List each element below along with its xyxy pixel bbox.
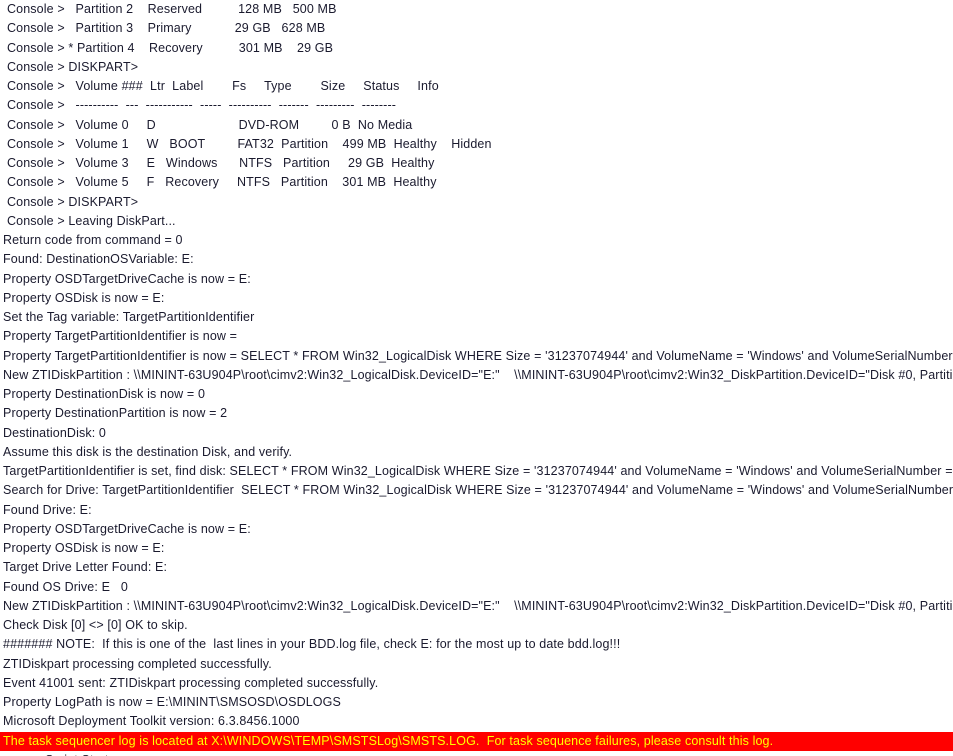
log-line: Console > Volume 0 D DVD-ROM 0 B No Medi… bbox=[7, 117, 413, 132]
log-line: Console > * Partition 4 Recovery 301 MB … bbox=[7, 40, 334, 55]
log-line: Console > DISKPART> bbox=[7, 59, 139, 74]
log-line: ZTIDiskpart processing completed success… bbox=[3, 656, 272, 671]
log-line: Property OSDTargetDriveCache is now = E: bbox=[3, 271, 251, 286]
log-line: Property OSDTargetDriveCache is now = E: bbox=[3, 521, 251, 536]
log-line: Console > Partition 3 Primary 29 GB 628 … bbox=[7, 21, 326, 36]
log-line: Console > Partition 2 Reserved 128 MB 50… bbox=[7, 2, 337, 16]
log-line: Check Disk [0] <> [0] OK to skip. bbox=[3, 618, 188, 632]
log-line: Property TargetPartitionIdentifier is no… bbox=[3, 348, 953, 363]
log-line: TargetPartitionIdentifier is set, find d… bbox=[3, 464, 953, 478]
log-line: Property TargetPartitionIdentifier is no… bbox=[3, 329, 238, 344]
log-line: DestinationDisk: 0 bbox=[3, 425, 106, 440]
log-line: Console > Volume ### Ltr Label Fs Type S… bbox=[7, 79, 439, 93]
log-line: Console > Volume 3 E Windows NTFS Partit… bbox=[7, 156, 435, 170]
log-line: Property OSDisk is now = E: bbox=[3, 541, 165, 555]
log-line: Console > DISKPART> bbox=[7, 194, 139, 209]
log-line: Return code from command = 0 bbox=[3, 233, 183, 247]
log-line-highlighted: The task sequencer log is located at X:\… bbox=[0, 731, 953, 751]
log-line: --------- Script Start --------- bbox=[0, 751, 953, 756]
log-line: ####### NOTE: If this is one of the last… bbox=[3, 637, 621, 652]
log-line: Property LogPath is now = E:\MININT\SMSO… bbox=[3, 695, 341, 709]
log-output-view[interactable]: Console > Partition 2 Reserved 128 MB 50… bbox=[0, 0, 953, 756]
log-line: Found: DestinationOSVariable: E: bbox=[3, 252, 194, 267]
log-line: Console > Leaving DiskPart... bbox=[7, 213, 176, 228]
log-line: Found OS Drive: E 0 bbox=[3, 579, 128, 594]
log-line: Console > Volume 5 F Recovery NTFS Parti… bbox=[7, 175, 437, 190]
log-line: Event 41001 sent: ZTIDiskpart processing… bbox=[3, 675, 379, 690]
log-line: Console > ---------- --- ----------- ---… bbox=[7, 98, 397, 113]
log-line: New ZTIDiskPartition : \\MININT-63U904P\… bbox=[3, 598, 953, 613]
log-line: Console > Volume 1 W BOOT FAT32 Partitio… bbox=[7, 136, 492, 151]
log-line: Set the Tag variable: TargetPartitionIde… bbox=[3, 310, 255, 324]
log-line: Assume this disk is the destination Disk… bbox=[3, 444, 293, 459]
log-line: New ZTIDiskPartition : \\MININT-63U904P\… bbox=[3, 367, 953, 382]
log-line: Search for Drive: TargetPartitionIdentif… bbox=[3, 483, 953, 498]
log-line: Microsoft Deployment Toolkit version: 6.… bbox=[3, 714, 300, 729]
log-line: Property DestinationDisk is now = 0 bbox=[3, 387, 206, 401]
log-line: Property OSDisk is now = E: bbox=[3, 290, 165, 305]
log-line: Property DestinationPartition is now = 2 bbox=[3, 406, 228, 421]
log-line: Target Drive Letter Found: E: bbox=[3, 560, 168, 575]
log-line: Found Drive: E: bbox=[3, 502, 92, 517]
